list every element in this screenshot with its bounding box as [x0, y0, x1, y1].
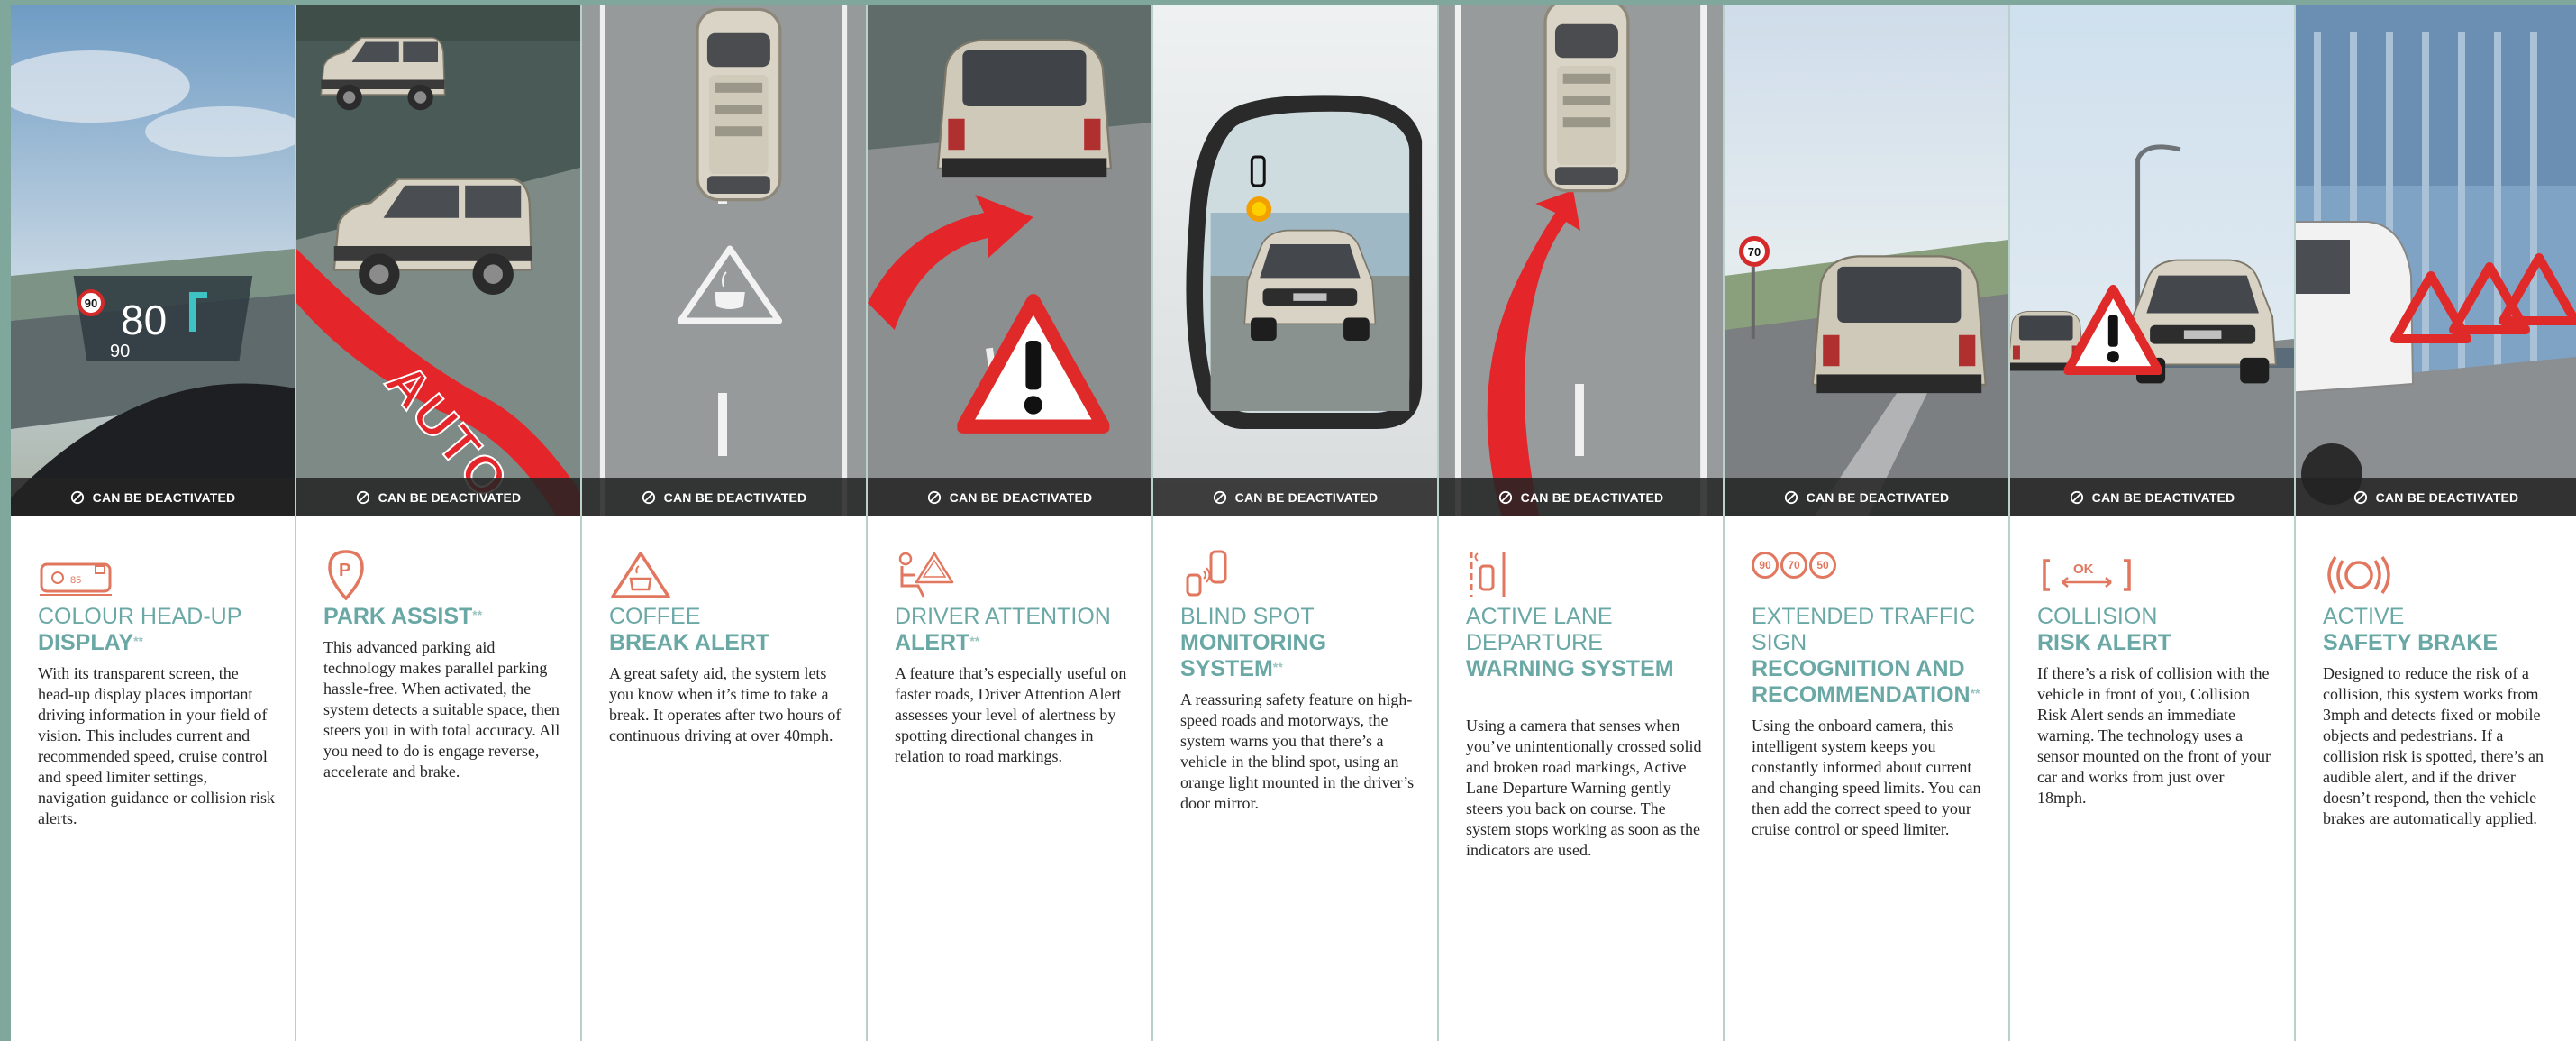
park-assist-icon: P — [328, 550, 364, 600]
feature-description: With its transparent screen, the head-up… — [38, 664, 275, 827]
ban-icon — [2070, 490, 2084, 505]
feature-title: BLIND SPOT MONITORING SYSTEM** — [1180, 604, 1327, 681]
collision-ok-text: OK — [2073, 562, 2094, 577]
feature-title: COFFEE BREAK ALERT — [609, 604, 770, 655]
deactivation-banner: CAN BE DEACTIVATED — [582, 478, 866, 516]
feature-title: ACTIVE SAFETY BRAKE — [2323, 604, 2499, 655]
collision-risk-photo: CAN BE DEACTIVATED — [2010, 5, 2294, 516]
hud-nav-arrow-icon — [189, 292, 207, 332]
ban-icon — [2353, 490, 2368, 505]
safety-brake-icon — [2327, 555, 2390, 595]
feature-title: COLOUR HEAD-UP DISPLAY** — [38, 604, 242, 655]
lane-departure-icon — [1470, 552, 1506, 597]
feature-description: A great safety aid, the system lets you … — [609, 664, 842, 744]
feature-title: ACTIVE LANE DEPARTURE WARNING SYSTEM — [1466, 604, 1674, 681]
driver-attention-icon — [898, 552, 954, 598]
head-up-display-photo: 90 80 90 CAN BE DEACTIVATED — [11, 5, 295, 516]
feature-description: Using a camera that senses when you’ve u… — [1466, 717, 1702, 859]
feature-title: PARK ASSIST** — [323, 604, 483, 629]
feature-driver-attention-alert: CAN BE DEACTIVATED DRIVER ATTENTION ALERT… — [868, 5, 1153, 1041]
hud-current-speed: 80 — [121, 297, 168, 343]
deactivation-banner: CAN BE DEACTIVATED — [2296, 478, 2576, 516]
feature-description: If there’s a risk of collision with the … — [2037, 664, 2271, 807]
coffee-break-photo: CAN BE DEACTIVATED — [582, 5, 866, 516]
ban-icon — [70, 490, 85, 505]
ban-icon — [1784, 490, 1798, 505]
feature-grid: 90 80 90 CAN BE DEACTIVATED 85 COLOUR HE… — [11, 5, 2576, 1041]
deactivation-banner: CAN BE DEACTIVATED — [11, 478, 295, 516]
deactivation-banner: CAN BE DEACTIVATED — [1439, 478, 1723, 516]
photo-speed-sign: 70 — [1739, 236, 1770, 267]
feature-title: DRIVER ATTENTION ALERT** — [895, 604, 1111, 655]
feature-description: A feature that’s especially useful on fa… — [895, 664, 1127, 765]
feature-lane-departure-warning: CAN BE DEACTIVATED ACTIVE LANE DEPARTURE… — [1439, 5, 1725, 1041]
feature-title: EXTENDED TRAFFIC SIGN RECOGNITION AND REC… — [1752, 604, 1980, 708]
feature-description: A reassuring safety feature on high-spee… — [1180, 690, 1415, 812]
ban-icon — [642, 490, 656, 505]
ban-icon — [1213, 490, 1227, 505]
blind-spot-photo: CAN BE DEACTIVATED — [1153, 5, 1437, 516]
feature-park-assist: AUTO CAN BE DEACTIVATED P PARK ASSIST** … — [296, 5, 582, 1041]
feature-active-safety-brake: CAN BE DEACTIVATED ACTIVE SAFETY BRAKE De… — [2296, 5, 2576, 1041]
driver-attention-photo: CAN BE DEACTIVATED — [868, 5, 1151, 516]
deactivation-banner: CAN BE DEACTIVATED — [1725, 478, 2008, 516]
feature-traffic-sign-recognition: 70 CAN BE DEACTIVATED 90 70 50 EXTENDED … — [1725, 5, 2010, 1041]
traffic-sign-icon: 90 70 50 — [1752, 548, 1836, 604]
feature-description: Designed to reduce the risk of a collisi… — [2323, 664, 2544, 827]
safety-brake-photo: CAN BE DEACTIVATED — [2296, 5, 2576, 516]
feature-blind-spot-monitoring: CAN BE DEACTIVATED BLIND SPOT MONITORING … — [1153, 5, 1439, 1041]
blind-spot-icon — [1186, 550, 1227, 597]
coffee-cup-icon — [611, 552, 670, 598]
lane-departure-photo: CAN BE DEACTIVATED — [1439, 5, 1723, 516]
deactivation-banner: CAN BE DEACTIVATED — [1153, 478, 1437, 516]
traffic-sign-photo: 70 CAN BE DEACTIVATED — [1725, 5, 2008, 516]
ban-icon — [356, 490, 370, 505]
collision-risk-icon: OK — [2043, 559, 2131, 591]
hud-icon-speed: 85 — [70, 575, 81, 586]
feature-collision-risk-alert: CAN BE DEACTIVATED OK COLLISION RISK ALER… — [2010, 5, 2296, 1041]
traffic-sign-50: 50 — [1809, 552, 1836, 579]
traffic-sign-90: 90 — [1752, 552, 1779, 579]
head-up-display-icon: 85 — [40, 562, 112, 596]
deactivation-banner: CAN BE DEACTIVATED — [2010, 478, 2294, 516]
ban-icon — [1498, 490, 1513, 505]
traffic-sign-70: 70 — [1780, 552, 1807, 579]
svg-text:P: P — [339, 561, 350, 580]
deactivation-banner: CAN BE DEACTIVATED — [296, 478, 580, 516]
hud-speed-sign: 90 — [77, 289, 105, 316]
park-assist-photo: AUTO CAN BE DEACTIVATED — [296, 5, 580, 516]
hud-set-speed: 90 — [110, 342, 131, 361]
feature-head-up-display: 90 80 90 CAN BE DEACTIVATED 85 COLOUR HE… — [11, 5, 296, 1041]
deactivation-banner: CAN BE DEACTIVATED — [868, 478, 1151, 516]
ban-icon — [927, 490, 942, 505]
feature-coffee-break-alert: CAN BE DEACTIVATED COFFEE BREAK ALERT A g… — [582, 5, 868, 1041]
left-border — [0, 0, 11, 1041]
feature-description: Using the onboard camera, this intellige… — [1752, 717, 1981, 838]
feature-title: COLLISION RISK ALERT — [2037, 604, 2172, 655]
feature-description: This advanced parking aid technology mak… — [323, 638, 560, 781]
